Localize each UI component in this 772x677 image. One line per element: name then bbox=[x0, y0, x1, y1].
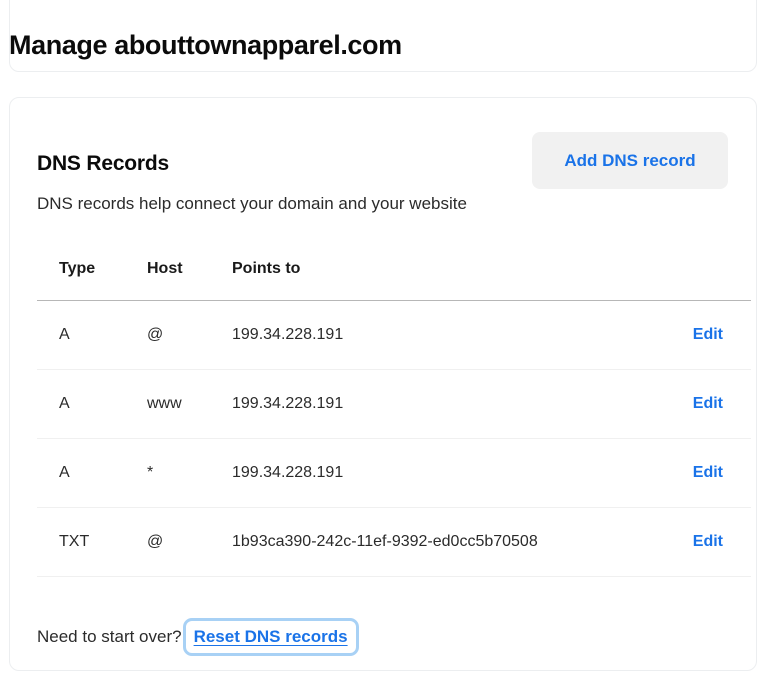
table-row: A * 199.34.228.191 Edit bbox=[37, 438, 751, 508]
column-header-points-to: Points to bbox=[232, 260, 642, 301]
add-dns-record-button[interactable]: Add DNS record bbox=[532, 132, 728, 189]
edit-record-link[interactable]: Edit bbox=[693, 326, 751, 343]
column-header-actions bbox=[642, 260, 751, 301]
table-row: A www 199.34.228.191 Edit bbox=[37, 369, 751, 439]
table-header-row: Type Host Points to bbox=[37, 260, 751, 301]
cell-type: A bbox=[37, 300, 147, 370]
edit-record-link[interactable]: Edit bbox=[693, 533, 751, 550]
dns-records-table: Type Host Points to A @ 199.34.228.191 E… bbox=[37, 260, 751, 577]
dns-records-description: DNS records help connect your domain and… bbox=[37, 194, 467, 213]
reset-dns-records-link[interactable]: Reset DNS records bbox=[182, 618, 359, 656]
cell-points-to: 199.34.228.191 bbox=[232, 438, 642, 508]
cell-type: A bbox=[37, 369, 147, 439]
reset-dns-row: Need to start over? Reset DNS records bbox=[37, 618, 359, 656]
dns-records-heading: DNS Records bbox=[37, 152, 170, 176]
cell-points-to: 1b93ca390-242c-11ef-9392-ed0cc5b70508 bbox=[232, 507, 642, 577]
table-row: A @ 199.34.228.191 Edit bbox=[37, 300, 751, 370]
cell-action: Edit bbox=[642, 438, 751, 508]
cell-host: @ bbox=[147, 300, 232, 370]
page-title: Manage abouttownapparel.com bbox=[9, 30, 402, 61]
cell-points-to: 199.34.228.191 bbox=[232, 369, 642, 439]
cell-action: Edit bbox=[642, 507, 751, 577]
dns-records-card: DNS Records DNS records help connect you… bbox=[9, 97, 757, 671]
cell-points-to: 199.34.228.191 bbox=[232, 300, 642, 370]
cell-action: Edit bbox=[642, 369, 751, 439]
cell-type: TXT bbox=[37, 507, 147, 577]
reset-prompt-label: Need to start over? bbox=[37, 627, 182, 646]
column-header-host: Host bbox=[147, 260, 232, 301]
column-header-type: Type bbox=[37, 260, 147, 301]
table-row: TXT @ 1b93ca390-242c-11ef-9392-ed0cc5b70… bbox=[37, 507, 751, 577]
cell-host: www bbox=[147, 369, 232, 439]
cell-host: * bbox=[147, 438, 232, 508]
edit-record-link[interactable]: Edit bbox=[693, 464, 751, 481]
cell-host: @ bbox=[147, 507, 232, 577]
cell-type: A bbox=[37, 438, 147, 508]
edit-record-link[interactable]: Edit bbox=[693, 395, 751, 412]
cell-action: Edit bbox=[642, 300, 751, 370]
